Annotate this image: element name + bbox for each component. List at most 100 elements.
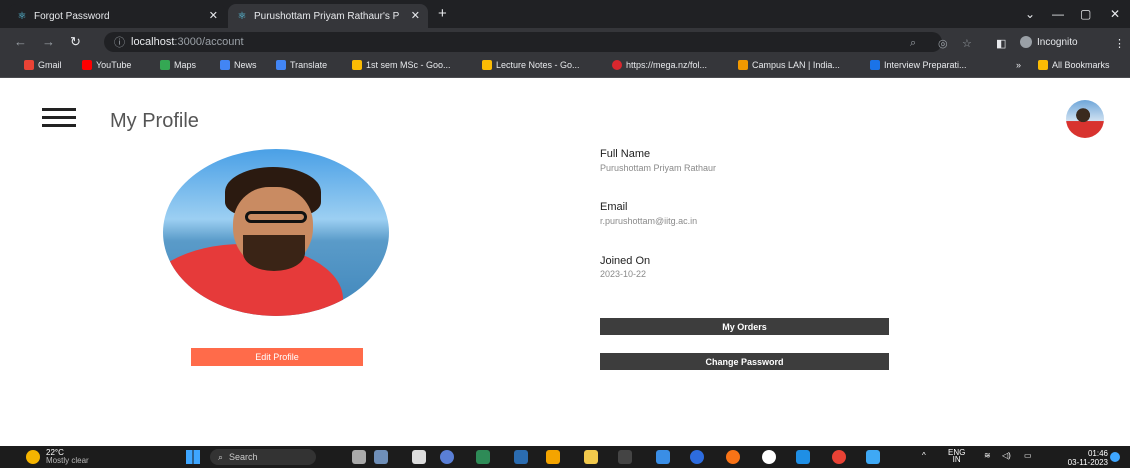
battery-icon[interactable]: ▭ (1024, 451, 1032, 460)
bookmark-interview[interactable]: Interview Preparati... (870, 60, 967, 70)
lang-secondary: IN (952, 455, 961, 464)
bookmark-translate[interactable]: Translate (276, 60, 327, 70)
desktop-app-icon[interactable] (412, 450, 426, 464)
bookmark-gmail[interactable]: Gmail (24, 60, 62, 70)
incognito-label: Incognito (1037, 36, 1078, 48)
bookmark-label: All Bookmarks (1052, 60, 1110, 70)
forward-icon[interactable]: → (42, 34, 55, 49)
page-title: My Profile (110, 110, 199, 132)
tab-forgot-password[interactable]: ⚛ Forgot Password ✕ (8, 4, 226, 28)
bookmark-label: Campus LAN | India... (752, 60, 840, 70)
restore-icon[interactable]: ▢ (1080, 7, 1091, 21)
tray-overflow-icon[interactable]: ^ (922, 451, 926, 460)
menu-icon[interactable]: ⋮ (1114, 37, 1125, 50)
tab-search-icon[interactable]: ⌄ (1025, 7, 1035, 21)
bookmark-maps[interactable]: Maps (160, 60, 196, 70)
bookmark-star-icon[interactable]: ☆ (962, 37, 972, 50)
minimize-icon[interactable]: — (1052, 7, 1064, 21)
back-icon[interactable]: ← (14, 34, 27, 49)
weather-widget[interactable]: 22°C Mostly clear (26, 449, 89, 465)
bookmark-news[interactable]: News (220, 60, 257, 70)
app-icon[interactable] (656, 450, 670, 464)
file-explorer-icon[interactable] (584, 450, 598, 464)
bookmark-label: Lecture Notes - Go... (496, 60, 580, 70)
app-icon[interactable] (546, 450, 560, 464)
clock[interactable]: 01:46 03-11-2023 (1060, 449, 1108, 467)
bookmark-label: Gmail (38, 60, 62, 70)
weather-icon (26, 450, 40, 464)
bookmark-label: Maps (174, 60, 197, 70)
side-panel-icon[interactable]: ◧ (996, 37, 1006, 50)
full-name-label: Full Name (600, 148, 651, 160)
all-bookmarks[interactable]: All Bookmarks (1038, 60, 1110, 70)
profile-photo (163, 149, 389, 316)
bookmark-mega[interactable]: https://mega.nz/fol... (612, 60, 707, 70)
address-bar[interactable]: ⓘ localhost :3000/account (104, 32, 942, 52)
my-orders-button[interactable]: My Orders (600, 318, 889, 335)
tab-title: Purushottam Priyam Rathaur's P (254, 10, 400, 22)
bookmark-label: https://mega.nz/fol... (626, 60, 708, 70)
new-tab-icon[interactable]: + (438, 5, 447, 22)
hamburger-menu-icon[interactable] (42, 108, 76, 128)
windows-start-icon[interactable] (186, 450, 200, 464)
change-password-button[interactable]: Change Password (600, 353, 889, 370)
close-icon[interactable]: ✕ (209, 9, 218, 22)
incognito-indicator[interactable]: Incognito (1020, 36, 1078, 48)
video-app-icon[interactable] (440, 450, 454, 464)
app-icon[interactable] (762, 450, 776, 464)
react-icon: ⚛ (17, 10, 27, 22)
email-label: Email (600, 201, 628, 213)
edit-profile-button[interactable]: Edit Profile (191, 348, 363, 366)
gmail-icon (24, 60, 34, 70)
pycharm-icon[interactable] (476, 450, 490, 464)
bookmarks-overflow-icon[interactable]: » (1016, 60, 1021, 70)
tab-profile[interactable]: ⚛ Purushottam Priyam Rathaur's P ✕ (228, 4, 428, 28)
bookmarks-bar: Gmail YouTube Maps News Translate 1st se… (0, 56, 1130, 78)
taskbar: 22°C Mostly clear ⌕ Search ^ ENG IN ≋ ◁)… (0, 446, 1130, 468)
info-icon[interactable]: ⓘ (114, 34, 125, 50)
bookmark-label: Interview Preparati... (884, 60, 967, 70)
bookmark-campus-lan[interactable]: Campus LAN | India... (738, 60, 840, 70)
youtube-icon (82, 60, 92, 70)
chrome-icon[interactable] (832, 450, 846, 464)
close-window-icon[interactable]: ✕ (1110, 7, 1120, 21)
tab-title: Forgot Password (34, 10, 110, 22)
app-icon[interactable] (726, 450, 740, 464)
zoom-app-icon[interactable] (690, 450, 704, 464)
bookmark-1st-sem[interactable]: 1st sem MSc - Goo... (352, 60, 451, 70)
browser-toolbar: ← → ↻ ⓘ localhost :3000/account ⌕ ◎ ☆ ◧ … (0, 28, 1130, 56)
taskbar-search[interactable]: ⌕ Search (210, 449, 316, 465)
bookmark-label: 1st sem MSc - Goo... (366, 60, 451, 70)
app-icon[interactable] (514, 450, 528, 464)
wifi-icon[interactable]: ≋ (984, 451, 991, 460)
bookmark-label: News (234, 60, 257, 70)
translate-icon (276, 60, 286, 70)
terminal-icon[interactable] (618, 450, 632, 464)
reload-icon[interactable]: ↻ (70, 34, 81, 50)
news-icon (220, 60, 230, 70)
drive-icon (352, 60, 362, 70)
react-icon: ⚛ (237, 10, 247, 22)
bookmark-lecture-notes[interactable]: Lecture Notes - Go... (482, 60, 580, 70)
widgets-icon[interactable] (374, 450, 388, 464)
zoom-icon[interactable]: ⌕ (910, 37, 916, 50)
bookmark-label: YouTube (96, 60, 132, 70)
app-icon[interactable] (866, 450, 880, 464)
incognito-icon (1020, 36, 1032, 48)
bookmark-label: Translate (290, 60, 328, 70)
tracking-icon[interactable]: ◎ (938, 37, 948, 50)
folder-icon (1038, 60, 1048, 70)
volume-icon[interactable]: ◁) (1002, 451, 1011, 460)
close-icon[interactable]: ✕ (411, 9, 420, 22)
language-indicator[interactable]: ENG IN (948, 449, 965, 464)
email-value: r.purushottam@iitg.ac.in (600, 216, 698, 226)
notification-icon[interactable] (1110, 452, 1120, 462)
mega-icon (612, 60, 622, 70)
file-app-icon[interactable] (352, 450, 366, 464)
avatar[interactable] (1066, 100, 1104, 138)
bookmark-youtube[interactable]: YouTube (82, 60, 131, 70)
campus-icon (738, 60, 748, 70)
drive-icon (482, 60, 492, 70)
url-path: :3000/account (174, 36, 244, 48)
vscode-icon[interactable] (796, 450, 810, 464)
